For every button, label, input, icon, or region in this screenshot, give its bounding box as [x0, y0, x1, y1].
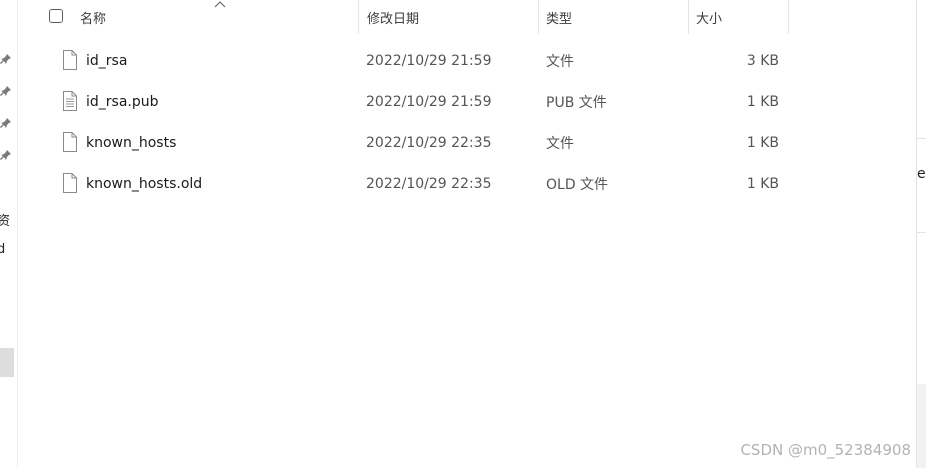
divider [917, 232, 926, 233]
details-pane-edge: e [916, 0, 926, 468]
divider [917, 138, 926, 139]
file-name[interactable]: id_rsa [86, 40, 127, 81]
file-type: OLD 文件 [546, 176, 609, 193]
details-pane-footer [917, 384, 926, 468]
file-size: 3 KB [746, 52, 779, 69]
pin-icon[interactable] [0, 149, 12, 161]
column-type-label: 类型 [546, 11, 573, 27]
navigation-pane: 资 d [0, 0, 18, 468]
file-row[interactable]: id_rsa 2022/10/29 21:59 文件 3 KB [17, 40, 817, 81]
blank-file-icon [63, 132, 77, 152]
file-name[interactable]: known_hosts [86, 122, 176, 163]
file-row[interactable]: id_rsa.pub 2022/10/29 21:59 PUB 文件 1 KB [17, 81, 817, 122]
file-modified: 2022/10/29 21:59 [366, 52, 492, 69]
file-row[interactable]: known_hosts 2022/10/29 22:35 文件 1 KB [17, 122, 817, 163]
nav-item-selected[interactable] [0, 348, 14, 377]
nav-item-label[interactable]: 资 [0, 210, 10, 229]
file-name[interactable]: known_hosts.old [86, 163, 202, 204]
pin-icon[interactable] [0, 117, 12, 129]
column-modified-label: 修改日期 [367, 11, 420, 27]
watermark: CSDN @m0_52384908 [740, 441, 911, 459]
file-size: 1 KB [746, 93, 779, 110]
file-size: 1 KB [746, 175, 779, 192]
column-size-label: 大小 [696, 11, 723, 27]
file-modified: 2022/10/29 21:59 [366, 93, 492, 110]
file-type: 文件 [546, 135, 574, 152]
column-size[interactable]: 大小 [689, 0, 789, 34]
column-name[interactable]: 名称 [17, 0, 359, 34]
blank-file-icon [63, 173, 77, 193]
column-header: 名称 修改日期 类型 大小 [17, 0, 789, 34]
column-modified[interactable]: 修改日期 [359, 0, 539, 34]
file-size: 1 KB [746, 134, 779, 151]
blank-file-icon [63, 50, 77, 70]
pin-icon[interactable] [0, 53, 12, 65]
column-name-label: 名称 [80, 11, 107, 27]
file-row[interactable]: known_hosts.old 2022/10/29 22:35 OLD 文件 … [17, 163, 817, 204]
file-modified: 2022/10/29 22:35 [366, 134, 492, 151]
file-type: 文件 [546, 53, 574, 70]
file-modified: 2022/10/29 22:35 [366, 175, 492, 192]
details-pane-label: e [917, 166, 926, 182]
pin-icon[interactable] [0, 85, 12, 97]
file-type: PUB 文件 [546, 94, 607, 111]
file-name[interactable]: id_rsa.pub [86, 81, 159, 122]
column-type[interactable]: 类型 [539, 0, 689, 34]
nav-item-label[interactable]: d [0, 242, 5, 257]
text-file-icon [63, 91, 77, 111]
